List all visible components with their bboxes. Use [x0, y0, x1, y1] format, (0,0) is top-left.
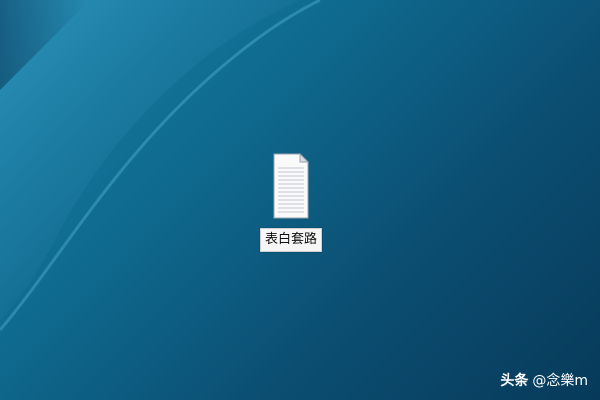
watermark-brand: 头条	[500, 373, 529, 389]
desktop-icon-file[interactable]: 表白套路	[258, 152, 324, 252]
watermark-handle: @念樂m	[532, 373, 588, 389]
text-file-icon	[273, 152, 310, 219]
desktop: 表白套路 头条 @念樂m	[0, 0, 600, 400]
watermark: 头条 @念樂m	[500, 372, 588, 390]
desktop-icon-label[interactable]: 表白套路	[259, 228, 322, 252]
